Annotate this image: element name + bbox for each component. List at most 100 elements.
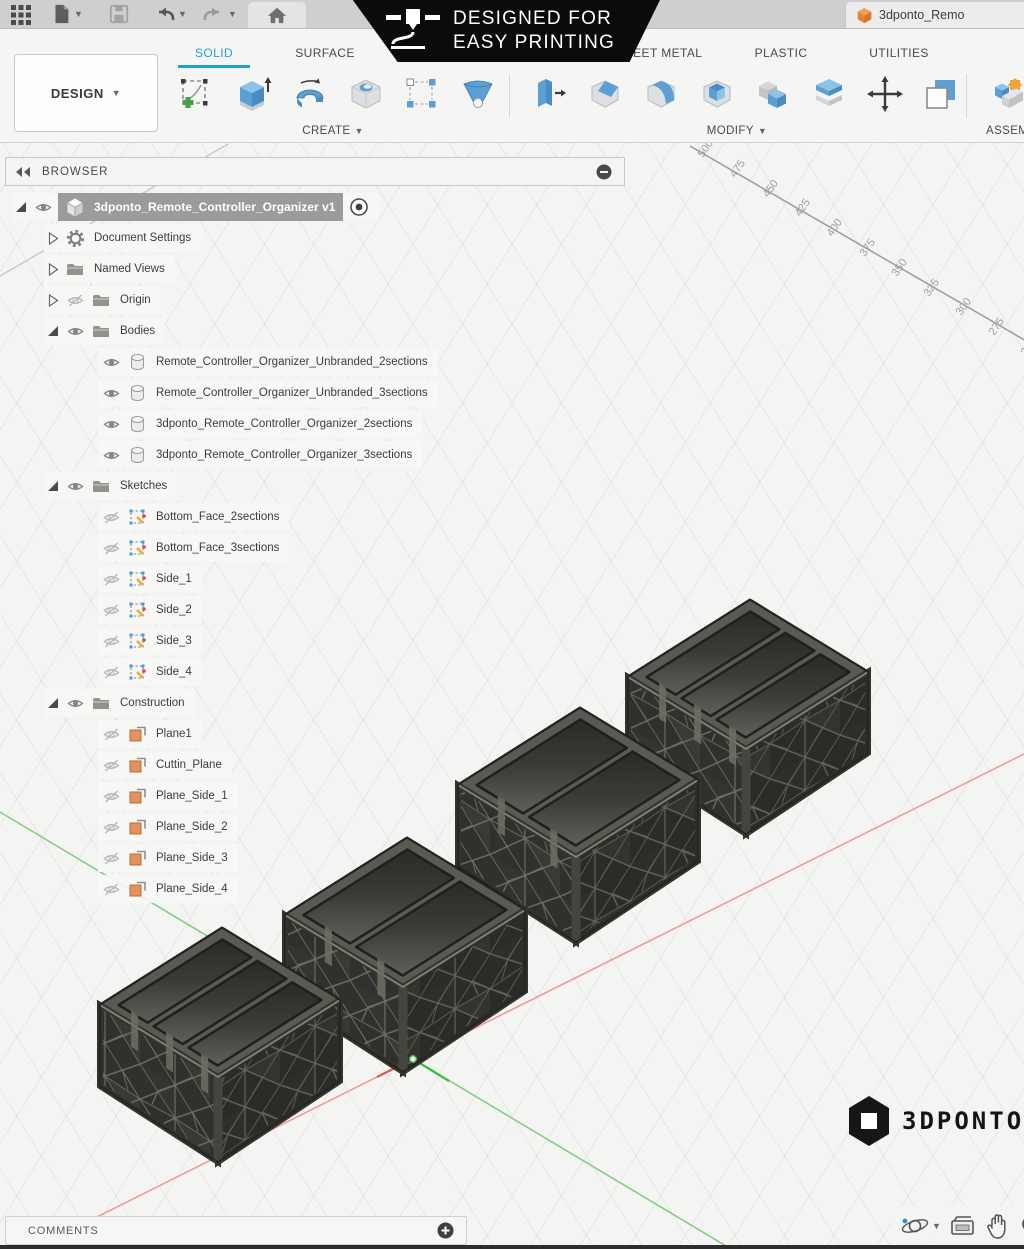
visibility-off-icon[interactable] [98, 759, 124, 772]
visibility-off-icon[interactable] [98, 728, 124, 741]
browser-tree-row[interactable]: Plane_Side_4 [98, 875, 238, 903]
create-group-dropdown[interactable]: CREATE▼ [302, 125, 364, 137]
browser-tree-row[interactable]: Bodies [44, 317, 165, 345]
sketch-icon [124, 508, 150, 526]
expand-node-icon[interactable] [44, 293, 62, 308]
ribbon-tab-utilities[interactable]: UTILITIES [869, 46, 929, 60]
visibility-on-icon[interactable] [62, 325, 88, 338]
browser-tree-row[interactable]: Plane1 [98, 720, 202, 748]
cone-tool[interactable] [456, 72, 500, 116]
browser-tree-row[interactable]: 3dponto_Remote_Controller_Organizer_3sec… [98, 441, 422, 469]
revolve-tool[interactable] [288, 72, 332, 116]
browser-tree-row[interactable]: Side_1 [98, 565, 202, 593]
workspace-selector-design[interactable]: DESIGN ▼ [14, 54, 158, 132]
collapse-node-icon[interactable] [44, 479, 62, 493]
browser-tree-row[interactable]: Side_4 [98, 658, 202, 686]
zoom-icon[interactable] [1019, 1213, 1024, 1239]
add-comment-icon[interactable] [437, 1222, 454, 1239]
ribbon-tab-solid[interactable]: SOLID [195, 46, 233, 60]
browser-tree-row[interactable]: 3dponto_Remote_Controller_Organizer_2sec… [98, 410, 422, 438]
visibility-off-icon[interactable] [98, 635, 124, 648]
visibility-off-icon[interactable] [98, 511, 124, 524]
3dponto-watermark: 3DPONTO [846, 1096, 1024, 1146]
visibility-off-icon[interactable] [98, 821, 124, 834]
extrude-tool[interactable] [231, 72, 275, 116]
browser-tree-row[interactable]: Remote_Controller_Organizer_Unbranded_2s… [98, 348, 438, 376]
save-icon[interactable] [108, 0, 130, 28]
visibility-off-icon[interactable] [98, 573, 124, 586]
visibility-on-icon[interactable] [98, 356, 124, 369]
node-label: Bottom_Face_3sections [156, 542, 279, 554]
visibility-off-icon[interactable] [98, 883, 124, 896]
move-tool[interactable] [863, 72, 907, 116]
visibility-on-icon[interactable] [30, 201, 56, 214]
visibility-on-icon[interactable] [62, 480, 88, 493]
visibility-on-icon[interactable] [98, 449, 124, 462]
browser-tree-row[interactable]: Remote_Controller_Organizer_Unbranded_3s… [98, 379, 438, 407]
node-label: Cuttin_Plane [156, 759, 222, 771]
browser-tree-row[interactable]: Sketches [44, 472, 177, 500]
minimize-browser-icon[interactable] [596, 164, 612, 180]
expand-node-icon[interactable] [44, 262, 62, 277]
selected-node[interactable]: 3dponto_Remote_Controller_Organizer v1 [58, 193, 343, 221]
visibility-on-icon[interactable] [98, 387, 124, 400]
browser-panel-header[interactable]: BROWSER [5, 157, 625, 186]
split-body-tool[interactable] [807, 72, 851, 116]
visibility-off-icon[interactable] [98, 604, 124, 617]
comments-bar[interactable]: COMMENTS [5, 1216, 467, 1245]
browser-tree-row[interactable]: Bottom_Face_2sections [98, 503, 289, 531]
visibility-off-icon[interactable] [98, 542, 124, 555]
undo-icon[interactable]: ▼ [152, 0, 187, 28]
look-at-icon[interactable] [949, 1213, 977, 1239]
rectangular-pattern-tool[interactable] [400, 72, 444, 116]
visibility-off-icon[interactable] [98, 790, 124, 803]
fillet-tool[interactable] [583, 72, 627, 116]
browser-tree-row[interactable]: Plane_Side_1 [98, 782, 238, 810]
replace-face-tool[interactable] [919, 72, 963, 116]
activate-component-radio[interactable] [349, 197, 369, 217]
document-tab[interactable]: 3dponto_Remo [845, 2, 1024, 28]
origin-point[interactable] [410, 1056, 416, 1062]
new-component-tool[interactable] [988, 72, 1024, 116]
browser-tree-row[interactable]: Side_2 [98, 596, 202, 624]
sketch-icon [124, 539, 150, 557]
combine-tool[interactable] [751, 72, 795, 116]
home-tab[interactable] [248, 2, 306, 28]
visibility-off-icon[interactable] [62, 294, 88, 307]
expand-node-icon[interactable] [44, 231, 62, 246]
shell-tool[interactable] [695, 72, 739, 116]
chamfer-tool[interactable] [639, 72, 683, 116]
visibility-off-icon[interactable] [98, 666, 124, 679]
browser-tree-row[interactable]: Origin [44, 286, 161, 314]
pan-icon[interactable] [985, 1213, 1011, 1240]
sketch-icon [124, 663, 150, 681]
orbit-icon[interactable]: ▼ [900, 1212, 941, 1240]
assemble-group-dropdown[interactable]: ASSEMBLE▼ [986, 125, 1024, 137]
browser-tree-row[interactable]: Plane_Side_3 [98, 844, 238, 872]
file-icon[interactable]: ▼ [50, 0, 83, 28]
modify-group-dropdown[interactable]: MODIFY▼ [707, 125, 767, 137]
browser-tree-row[interactable]: 3dponto_Remote_Controller_Organizer v1 [12, 193, 379, 221]
redo-icon[interactable]: ▼ [202, 0, 237, 28]
folder-icon [88, 293, 114, 307]
collapse-panel-icon[interactable] [14, 165, 32, 179]
ribbon-tab-plastic[interactable]: PLASTIC [755, 46, 808, 60]
browser-tree-row[interactable]: Document Settings [44, 224, 201, 252]
hole-tool[interactable] [344, 72, 388, 116]
visibility-on-icon[interactable] [98, 418, 124, 431]
create-sketch-tool[interactable] [174, 72, 218, 116]
apps-grid-icon[interactable] [8, 0, 32, 28]
collapse-node-icon[interactable] [12, 200, 30, 214]
browser-tree-row[interactable]: Cuttin_Plane [98, 751, 232, 779]
press-pull-tool[interactable] [527, 72, 571, 116]
visibility-on-icon[interactable] [62, 697, 88, 710]
browser-tree-row[interactable]: Bottom_Face_3sections [98, 534, 289, 562]
browser-tree-row[interactable]: Named Views [44, 255, 175, 283]
browser-tree-row[interactable]: Construction [44, 689, 195, 717]
collapse-node-icon[interactable] [44, 324, 62, 338]
visibility-off-icon[interactable] [98, 852, 124, 865]
collapse-node-icon[interactable] [44, 696, 62, 710]
browser-tree-row[interactable]: Plane_Side_2 [98, 813, 238, 841]
ribbon-tab-surface[interactable]: SURFACE [295, 46, 354, 60]
browser-tree-row[interactable]: Side_3 [98, 627, 202, 655]
